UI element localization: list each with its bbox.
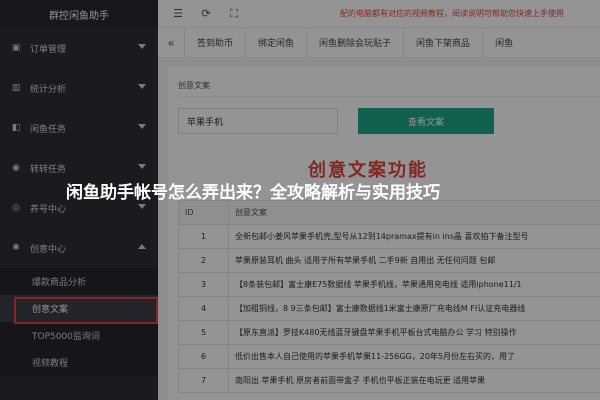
order-icon: ▣ (11, 43, 21, 53)
tab-delist-products[interactable]: 闲鱼下架商品 (403, 27, 482, 58)
chevron-down-icon (138, 204, 146, 209)
sidebar: 群控闲鱼助手 ▣ 订单管理 ▥ 统计分析 ◧ 闲鱼任务 ◉ 转转任务 ◎ 养号中… (0, 0, 158, 400)
table-row[interactable]: 4 【加粗铜线，8 9三条包邮】富士康数据线1米富士康原厂充电线M FI认证充电… (178, 296, 600, 321)
divider (178, 96, 600, 97)
cell-copy: 苹果原装耳机 曲头 适用于所有苹果手机 二手9新 自用出 无任何问题 包邮 (228, 248, 600, 273)
tab-scroll-left-icon[interactable]: « (158, 36, 184, 50)
refresh-icon[interactable]: ⟳ (198, 6, 214, 22)
section-title: 创意文案 (178, 81, 210, 90)
table-row[interactable]: 7 南阳出 苹果手机 原房者前面带盒子 手机也平板正装在电玩更 适用苹果 (178, 368, 600, 393)
table-row[interactable]: 5 【原东直派】罗技K480无线蓝牙键盘苹果手机平板台式电脑办公 学习 特别操作 (178, 320, 600, 345)
column-header-copy: 创意文案 (228, 200, 600, 225)
cell-id: 4 (178, 296, 229, 321)
sub-item-label: 视频教程 (32, 359, 69, 369)
table-row[interactable]: 1 全新包邮小姜风苹果手机壳,型号从12到14pramax提有in ins晶 喜… (178, 224, 600, 249)
notice-text: 配的电脑都有对应的视频教程，阅读说明可帮助您快速上手使用 (340, 9, 564, 18)
sidebar-item-label: 闲鱼任务 (30, 124, 67, 135)
sub-item-label: TOP5000监询词 (32, 332, 100, 342)
tab-signin[interactable]: 签到助币 (184, 27, 245, 58)
sidebar-item-orders[interactable]: ▣ 订单管理 (0, 28, 158, 68)
feature-title: 创意文案功能 (308, 160, 428, 181)
cell-copy: 【8条装包邮】富士康E75数据线 苹果手机线，苹果通用充电线 适用iphone1… (228, 272, 600, 297)
task-icon: ◧ (11, 123, 21, 133)
sidebar-item-label: 创意中心 (30, 244, 67, 255)
sidebar-item-idea-center[interactable]: ✱ 创意中心 (0, 228, 158, 268)
chevron-down-icon (138, 124, 146, 129)
cell-id: 1 (178, 224, 229, 249)
cell-id: 6 (178, 344, 229, 369)
chart-icon: ▥ (11, 83, 21, 93)
table-row[interactable]: 3 【8条装包邮】富士康E75数据线 苹果手机线，苹果通用充电线 适用iphon… (178, 272, 600, 297)
sidebar-item-stats[interactable]: ▥ 统计分析 (0, 68, 158, 108)
sub-item-creative-copy[interactable]: 创意文案 (0, 295, 158, 324)
cell-id: 3 (178, 272, 229, 297)
sidebar-item-xianyu-tasks[interactable]: ◧ 闲鱼任务 (0, 108, 158, 148)
cell-id: 5 (178, 320, 229, 345)
sub-item-label: 创意文案 (32, 305, 69, 315)
cell-id: 2 (178, 248, 229, 273)
menu-toggle-icon[interactable]: ☰ (170, 6, 186, 22)
sidebar-item-label: 统计分析 (30, 84, 67, 95)
main-content: 创意文案 查看文案 创意文案功能 ID 创意文案 1 全新包邮小姜风苹果手机壳,… (168, 66, 600, 400)
idea-center-submenu: 爆款商品分析 创意文案 TOP5000监询词 视频教程 (0, 268, 158, 376)
cell-copy: 低价出售本人自己使用的苹果手机苹果11-256GG，20年5月份左右买的，用了 (228, 344, 600, 369)
chevron-down-icon (138, 44, 146, 49)
tab-bar: « 签到助币 绑定闲鱼 闲鱼删除会玩贴子 闲鱼下架商品 闲鱼 (158, 27, 600, 58)
chevron-up-icon (138, 244, 146, 249)
transfer-icon: ◉ (12, 163, 20, 173)
sub-item-label: 爆款商品分析 (32, 278, 87, 288)
sidebar-item-account-center[interactable]: ◎ 养号中心 (0, 188, 158, 228)
app-brand: 群控闲鱼助手 (0, 0, 158, 28)
cell-copy: 【加粗铜线，8 9三条包邮】富士康数据线1米富士康原厂充电线M FI认证充电器线 (228, 296, 600, 321)
chevron-down-icon (138, 164, 146, 169)
tab-delete-posts[interactable]: 闲鱼删除会玩贴子 (306, 27, 403, 58)
sidebar-item-label: 养号中心 (30, 204, 67, 215)
sidebar-item-label: 转转任务 (30, 164, 67, 175)
table-row[interactable]: 2 苹果原装耳机 曲头 适用于所有苹果手机 二手9新 自用出 无任何问题 包邮 (178, 248, 600, 273)
chevron-down-icon (138, 84, 146, 89)
idea-icon: ✱ (12, 243, 20, 253)
sidebar-menu: ▣ 订单管理 ▥ 统计分析 ◧ 闲鱼任务 ◉ 转转任务 ◎ 养号中心 ✱ 创意中… (0, 28, 158, 268)
tab-bind-xianyu[interactable]: 绑定闲鱼 (245, 27, 306, 58)
topbar: ☰ ⟳ ⛶ 配的电脑都有对应的视频教程，阅读说明可帮助您快速上手使用 (158, 0, 600, 28)
cell-copy: 【原东直派】罗技K480无线蓝牙键盘苹果手机平板台式电脑办公 学习 特别操作 (228, 320, 600, 345)
table-header-row: ID 创意文案 (178, 200, 600, 225)
table-row[interactable]: 6 低价出售本人自己使用的苹果手机苹果11-256GG，20年5月份左右买的，用… (178, 344, 600, 369)
sub-item-video-tutorial[interactable]: 视频教程 (0, 349, 158, 376)
fullscreen-icon[interactable]: ⛶ (226, 6, 242, 22)
sub-item-top5000-keywords[interactable]: TOP5000监询词 (0, 322, 158, 349)
results-table: ID 创意文案 1 全新包邮小姜风苹果手机壳,型号从12到14pramax提有i… (178, 200, 600, 393)
tab-xianyu[interactable]: 闲鱼 (482, 27, 525, 58)
keyword-input[interactable] (178, 108, 338, 134)
sidebar-item-label: 订单管理 (30, 44, 67, 55)
sub-item-hot-products[interactable]: 爆款商品分析 (0, 268, 158, 295)
query-copy-button[interactable]: 查看文案 (358, 108, 494, 134)
account-icon: ◎ (12, 203, 20, 213)
cell-id: 7 (178, 368, 229, 393)
column-header-id: ID (178, 200, 229, 225)
cell-copy: 全新包邮小姜风苹果手机壳,型号从12到14pramax提有in ins晶 喜欢拍… (228, 224, 600, 249)
sidebar-item-zhuanzhuan-tasks[interactable]: ◉ 转转任务 (0, 148, 158, 188)
cell-copy: 南阳出 苹果手机 原房者前面带盒子 手机也平板正装在电玩更 适用苹果 (228, 368, 600, 393)
